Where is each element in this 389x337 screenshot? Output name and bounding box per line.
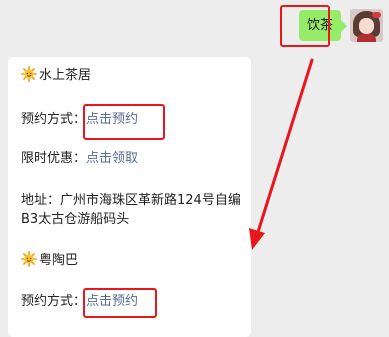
red-arrow-annotation bbox=[249, 58, 314, 250]
